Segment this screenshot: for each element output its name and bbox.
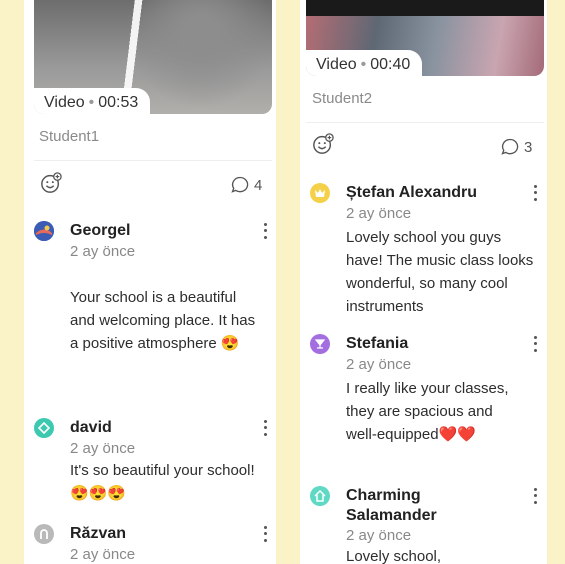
comment-count-value: 4 <box>254 176 263 194</box>
avatar[interactable] <box>310 486 330 506</box>
student-name: Student1 <box>39 128 100 145</box>
more-options-icon[interactable] <box>261 524 269 544</box>
video-label: Video <box>316 56 357 73</box>
avatar[interactable] <box>34 418 54 438</box>
comment-text: Lovely school, <box>346 548 442 564</box>
more-options-icon[interactable] <box>261 418 269 438</box>
divider <box>34 160 272 161</box>
avatar[interactable] <box>34 524 54 544</box>
comment-author[interactable]: Stefania <box>346 334 408 354</box>
video-thumbnail[interactable]: Video • 00:40 <box>306 0 544 76</box>
avatar[interactable] <box>310 334 330 354</box>
video-duration: 00:40 <box>370 56 411 73</box>
video-thumbnail[interactable]: Video • 00:53 <box>34 0 272 114</box>
comment-item: Răzvan 2 ay önce <box>34 524 269 564</box>
video-duration: 00:53 <box>98 94 139 111</box>
more-options-icon[interactable] <box>531 486 539 506</box>
comment-item: Georgel 2 ay önce Your school is a beaut… <box>34 221 269 401</box>
comment-author[interactable]: Charming Salamander <box>346 486 486 526</box>
left-border-stripe <box>0 0 24 564</box>
comment-item: Stefania 2 ay önce I really like your cl… <box>310 334 545 469</box>
comment-author[interactable]: david <box>70 418 112 438</box>
comment-item: Ștefan Alexandru 2 ay önce Lovely school… <box>310 183 545 318</box>
comment-text: It's so beautiful your school!😍😍😍 <box>70 462 255 502</box>
comment-time: 2 ay önce <box>346 527 412 544</box>
comment-time: 2 ay önce <box>70 440 136 457</box>
more-options-icon[interactable] <box>531 334 539 354</box>
add-reaction-icon[interactable] <box>312 133 334 155</box>
post-card-left: Video • 00:53 Student1 4 Georgel 2 ay önce… <box>24 0 276 564</box>
comment-count[interactable]: 3 <box>500 137 532 157</box>
comment-author[interactable]: Răzvan <box>70 524 126 544</box>
comment-time: 2 ay önce <box>70 546 136 563</box>
avatar[interactable] <box>34 221 54 241</box>
more-options-icon[interactable] <box>261 221 269 241</box>
comment-time: 2 ay önce <box>70 243 136 260</box>
comment-count[interactable]: 4 <box>230 175 262 195</box>
comment-text: Lovely school you guys have! The music c… <box>346 229 534 315</box>
add-reaction-icon[interactable] <box>40 172 62 194</box>
video-duration-chip: Video • 00:53 <box>34 88 151 114</box>
more-options-icon[interactable] <box>531 183 539 203</box>
comment-text: Your school is a beautiful and welcoming… <box>70 289 256 352</box>
comment-time: 2 ay önce <box>346 356 412 373</box>
middle-border-stripe <box>276 0 300 564</box>
comment-count-value: 3 <box>524 138 533 156</box>
comment-author[interactable]: Georgel <box>70 221 130 241</box>
comment-item: Charming Salamander 2 ay önce Lovely sch… <box>310 486 545 564</box>
comment-text: I really like your classes, they are spa… <box>346 380 509 443</box>
comment-bubble-icon <box>231 176 249 193</box>
post-card-right: Video • 00:40 Student2 3 Ștefan Alexandru … <box>300 0 547 564</box>
comment-item: david 2 ay önce It's so beautiful your s… <box>34 418 269 508</box>
comment-time: 2 ay önce <box>346 205 412 222</box>
student-name: Student2 <box>312 90 373 107</box>
comment-bubble-icon <box>501 138 519 155</box>
right-border-stripe <box>547 0 565 564</box>
comment-author[interactable]: Ștefan Alexandru <box>346 183 477 203</box>
video-duration-chip: Video • 00:40 <box>306 50 423 76</box>
video-label: Video <box>44 94 85 111</box>
divider <box>306 122 544 123</box>
avatar[interactable] <box>310 183 330 203</box>
